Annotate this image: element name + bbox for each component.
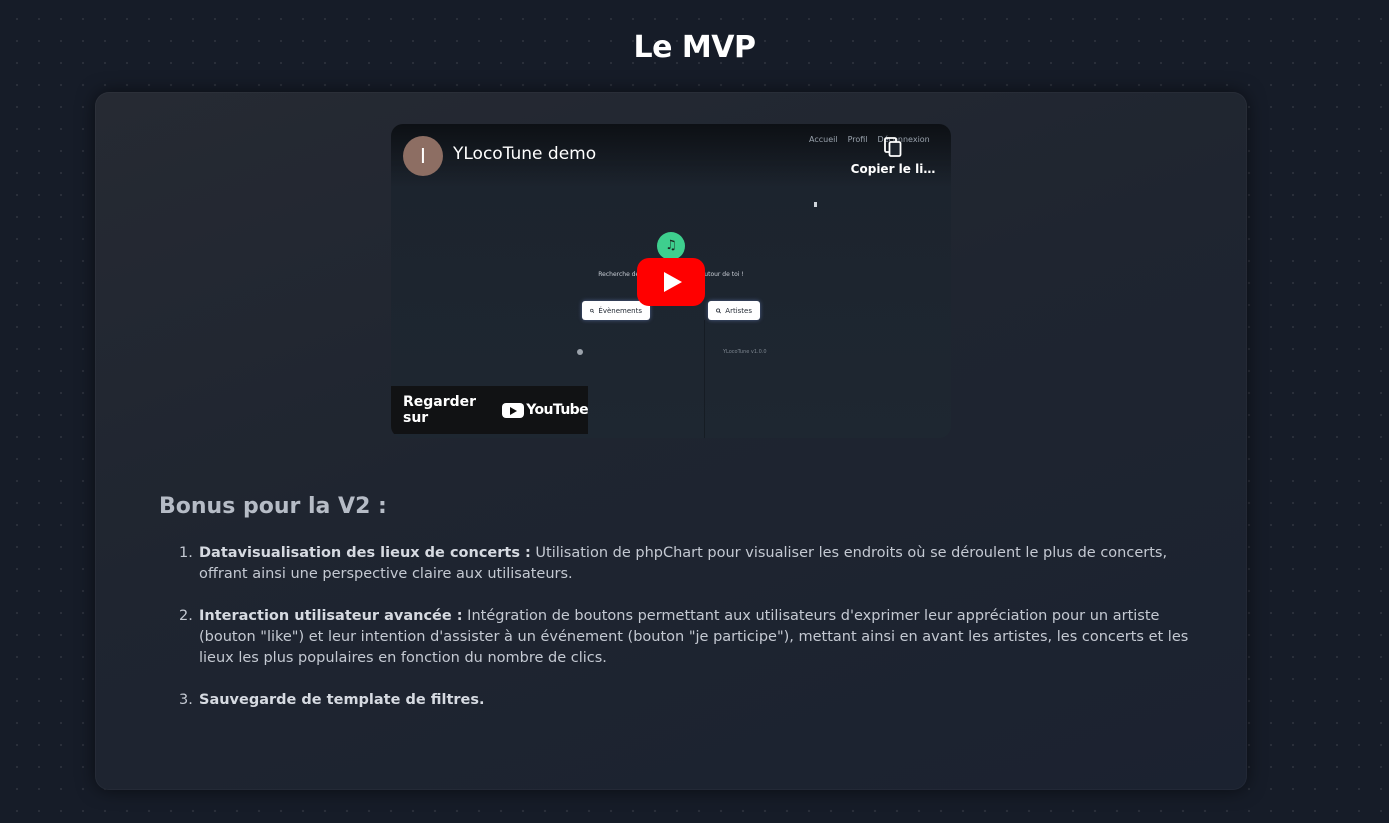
youtube-wordmark: YouTube: [526, 402, 588, 418]
list-item-number: 3.: [179, 692, 193, 708]
list-item: 2. Interaction utilisateur avancée : Int…: [179, 606, 1189, 669]
watch-on-label: Regarder sur: [403, 394, 477, 426]
demo-events-label: Évènements: [598, 306, 642, 315]
bonus-title: Bonus pour la V2 :: [159, 494, 387, 519]
copy-link-label: Copier le li…: [850, 162, 936, 176]
demo-version: YLocoTune v1.0.0: [723, 349, 767, 355]
video-divider: [704, 320, 705, 438]
music-logo-icon: ♫: [657, 232, 685, 260]
list-item-heading: Sauvegarde de template de filtres.: [199, 692, 485, 708]
demo-artists-button: Artistes: [708, 301, 760, 320]
page-title: Le MVP: [633, 30, 756, 65]
demo-artists-label: Artistes: [725, 306, 752, 315]
play-button[interactable]: [637, 258, 705, 306]
list-item-number: 2.: [179, 608, 193, 624]
mvp-card: I YLocoTune demo Accueil Profil Déconnex…: [95, 92, 1247, 790]
youtube-logo: YouTube: [502, 402, 589, 418]
list-item: 1. Datavisualisation des lieux de concer…: [179, 543, 1189, 585]
list-item-number: 1.: [179, 545, 193, 561]
demo-nav-home: Accueil: [809, 135, 838, 144]
github-icon: [577, 349, 583, 355]
youtube-embed[interactable]: I YLocoTune demo Accueil Profil Déconnex…: [391, 124, 951, 438]
copy-link-button[interactable]: Copier le li…: [843, 136, 943, 176]
channel-avatar[interactable]: I: [403, 136, 443, 176]
demo-events-button: Évènements: [582, 301, 650, 320]
youtube-icon: [502, 402, 525, 418]
search-icon: [590, 308, 595, 313]
search-icon: [716, 308, 722, 313]
copy-icon: [884, 137, 902, 157]
bonus-list: 1. Datavisualisation des lieux de concer…: [179, 543, 1189, 732]
list-item-heading: Interaction utilisateur avancée :: [199, 608, 463, 624]
watch-on-youtube-button[interactable]: Regarder sur YouTube: [391, 386, 589, 434]
mouse-cursor-icon: [814, 202, 817, 207]
list-item-heading: Datavisualisation des lieux de concerts …: [199, 545, 531, 561]
list-item: 3. Sauvegarde de template de filtres.: [179, 690, 1189, 711]
video-title[interactable]: YLocoTune demo: [453, 144, 596, 164]
